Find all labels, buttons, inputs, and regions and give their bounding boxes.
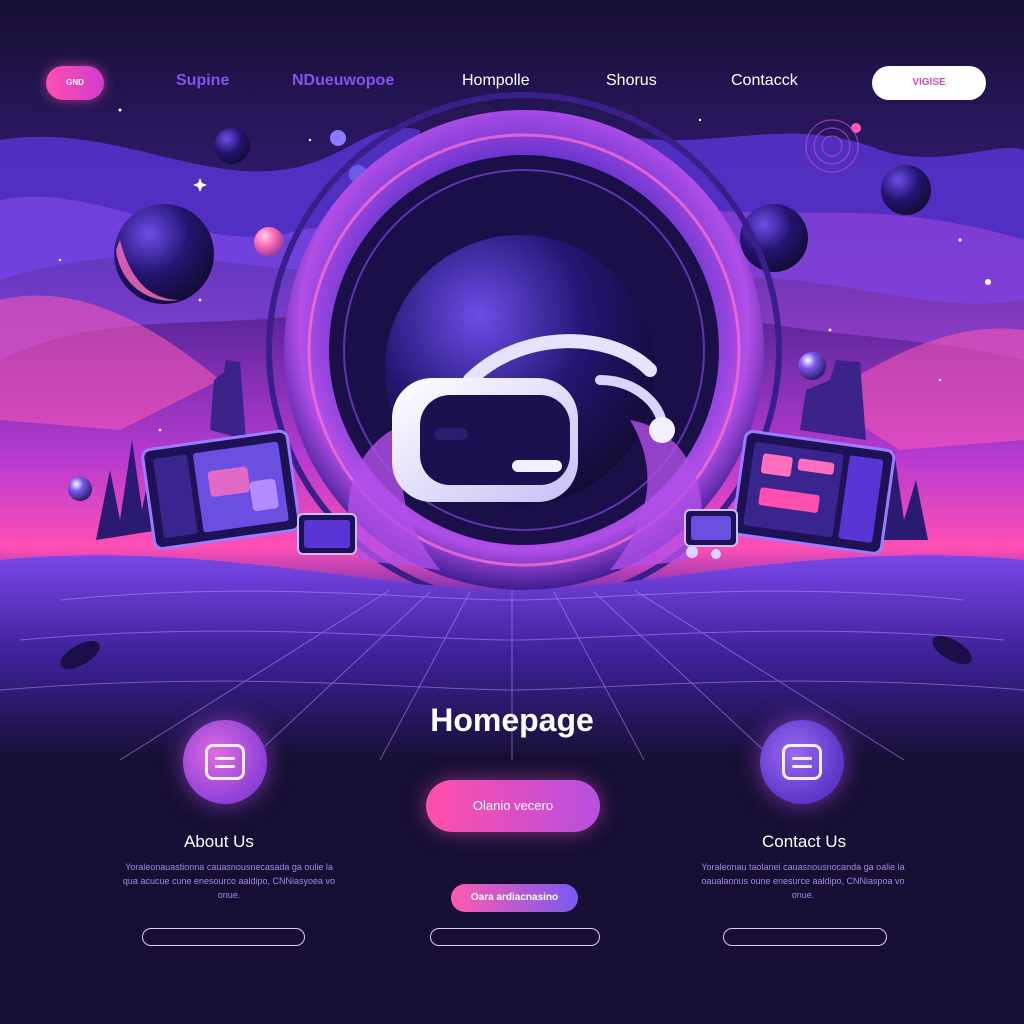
contact-heading: Contact Us: [762, 832, 847, 851]
nav-link-hompolle[interactable]: Hompolle: [462, 72, 530, 90]
message-card-icon: [782, 744, 822, 780]
nav-link-supine[interactable]: Supine: [176, 72, 229, 90]
contact-description: Yoraleonau taolanei cauasnousnocanda ga …: [701, 862, 905, 900]
nav-link-ndueuwopoe[interactable]: NDueuwopoe: [292, 72, 394, 90]
contact-outline-button[interactable]: [723, 928, 887, 946]
nav-link-contacck[interactable]: Contacck: [731, 72, 798, 90]
about-icon[interactable]: [183, 720, 267, 804]
contact-icon[interactable]: [760, 720, 844, 804]
logo-pill-button[interactable]: GND: [46, 66, 104, 100]
top-navigation: GND Supine NDueuwopoe Hompolle Shorus Co…: [0, 0, 1024, 165]
about-description: Yoraleonauastionna cauasnousnecasada ga …: [122, 862, 336, 900]
secondary-cta-button[interactable]: Oara ardiacnasino: [451, 884, 578, 912]
about-outline-button[interactable]: [142, 928, 305, 946]
primary-cta-button[interactable]: Olanio vecero: [426, 780, 600, 832]
about-heading: About Us: [184, 832, 254, 851]
homepage: GND Supine NDueuwopoe Hompolle Shorus Co…: [0, 0, 1024, 1024]
page-title: Homepage: [430, 702, 594, 738]
nav-link-shorus[interactable]: Shorus: [606, 72, 657, 90]
nav-cta-button[interactable]: VIGISE: [872, 66, 986, 100]
center-outline-button[interactable]: [430, 928, 600, 946]
menu-card-icon: [205, 744, 245, 780]
